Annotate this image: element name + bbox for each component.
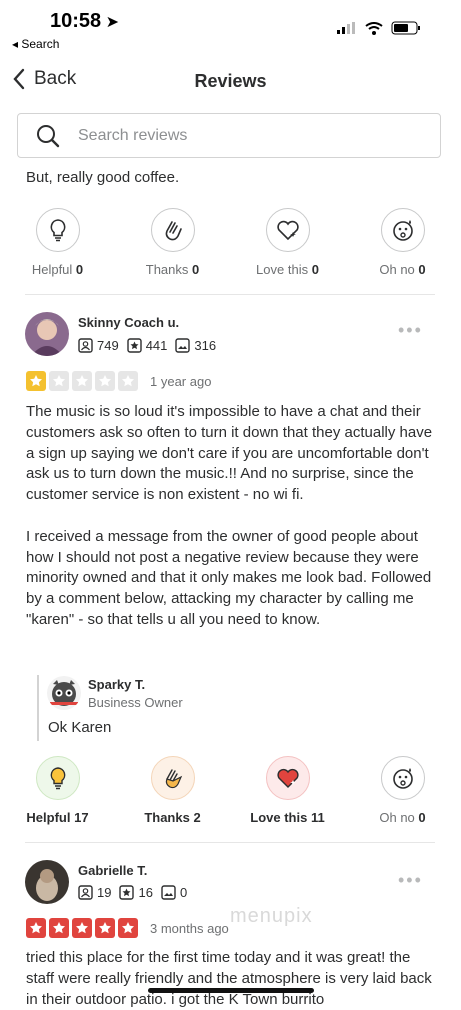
wifi-icon (365, 21, 383, 35)
heart-icon (276, 768, 299, 788)
review-text: tried this place for the first time toda… (26, 949, 432, 1008)
more-options-icon[interactable]: ••• (398, 320, 423, 341)
status-time: 10:58 ➤ (50, 10, 120, 32)
user-stats: 749 441 316 (78, 338, 216, 353)
divider (25, 842, 435, 843)
star-rating (26, 371, 138, 391)
review-date: 1 year ago (150, 374, 212, 389)
review-reactions: Helpful 17 Thanks 2 Love this 11 Oh no 0 (0, 756, 461, 825)
star-icon (118, 918, 138, 938)
owner-avatar[interactable] (47, 676, 81, 710)
bulb-icon (50, 767, 65, 790)
love-this-button[interactable]: Love this 0 (230, 208, 345, 277)
friends-icon (78, 885, 93, 900)
divider (25, 294, 435, 295)
home-indicator (148, 988, 314, 993)
review-username[interactable]: Gabrielle T. (78, 863, 147, 878)
heart-icon (276, 220, 299, 241)
friends-icon (78, 338, 93, 353)
previous-review-text: But, really good coffee. (26, 169, 180, 186)
star-icon (118, 371, 138, 391)
avatar[interactable] (25, 312, 69, 356)
oh-no-button[interactable]: Oh no 0 (345, 208, 460, 277)
page-title: Reviews (194, 71, 267, 91)
photo-icon (161, 885, 176, 900)
review-star-icon (119, 885, 135, 900)
owner-reply-text: Ok Karen (48, 719, 112, 736)
star-icon (72, 371, 92, 391)
review-username[interactable]: Skinny Coach u. (78, 315, 179, 330)
clap-icon (165, 221, 182, 241)
clap-icon (165, 769, 182, 789)
thanks-button[interactable]: Thanks 0 (115, 208, 230, 277)
battery-icon (391, 21, 420, 35)
review-date: 3 months ago (150, 921, 229, 936)
oh-no-icon (392, 220, 413, 241)
previous-review-reactions: Helpful 0 Thanks 0 Love this 0 Oh no 0 (0, 208, 461, 277)
signal-icon (337, 22, 355, 34)
owner-role: Business Owner (88, 695, 183, 710)
oh-no-button[interactable]: Oh no 0 (345, 756, 460, 825)
review-star-icon (127, 338, 142, 353)
helpful-button[interactable]: Helpful 17 (0, 756, 115, 825)
oh-no-icon (392, 768, 413, 789)
search-icon (37, 124, 60, 147)
search-input[interactable] (76, 125, 400, 146)
star-icon (26, 918, 46, 938)
owner-name[interactable]: Sparky T. (88, 677, 145, 692)
status-icons (337, 21, 421, 35)
star-icon (49, 371, 69, 391)
user-stats: 19 16 0 (78, 885, 187, 900)
love-this-button[interactable]: Love this 11 (230, 756, 345, 825)
review-text: The music is so loud it's impossible to … (26, 403, 433, 628)
star-icon (95, 918, 115, 938)
bulb-icon (50, 219, 65, 242)
search-bar[interactable] (17, 113, 441, 158)
star-icon (49, 918, 69, 938)
star-rating (26, 918, 138, 938)
owner-reply-bar (37, 675, 39, 741)
more-options-icon[interactable]: ••• (398, 870, 423, 891)
thanks-button[interactable]: Thanks 2 (115, 756, 230, 825)
back-to-app[interactable]: ◂ Search (12, 37, 59, 51)
star-icon (95, 371, 115, 391)
helpful-button[interactable]: Helpful 0 (0, 208, 115, 277)
photo-icon (175, 338, 191, 353)
avatar[interactable] (25, 860, 69, 904)
star-icon (72, 918, 92, 938)
watermark-logo: menupix (230, 905, 313, 927)
star-icon (26, 371, 46, 391)
